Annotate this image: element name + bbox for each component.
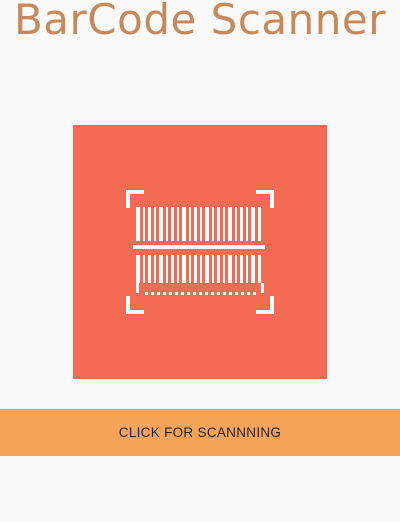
scan-graphic xyxy=(73,125,327,379)
scan-button[interactable]: CLICK FOR SCANNNING xyxy=(0,409,400,456)
barcode-scan-icon xyxy=(126,190,274,314)
app-title: BarCode Scanner xyxy=(13,0,387,44)
